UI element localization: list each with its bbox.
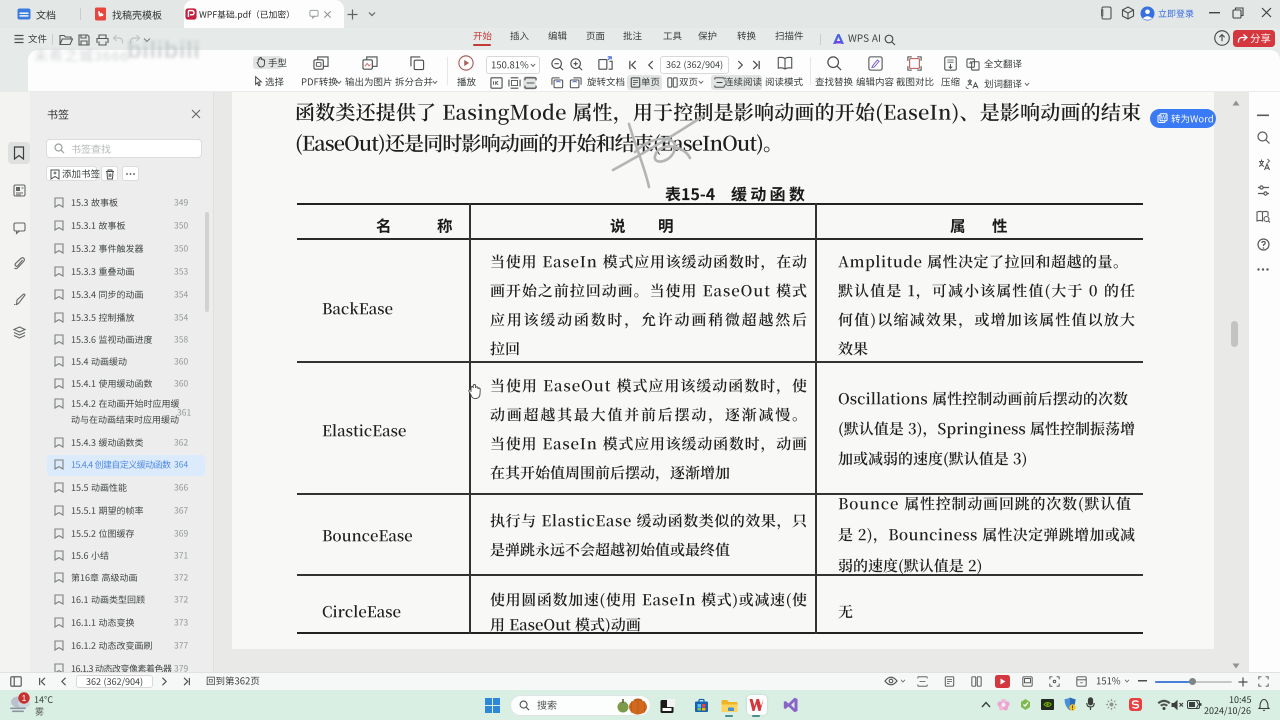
svg-text:W: W — [1161, 116, 1167, 122]
svg-text:1: 1 — [22, 693, 27, 703]
